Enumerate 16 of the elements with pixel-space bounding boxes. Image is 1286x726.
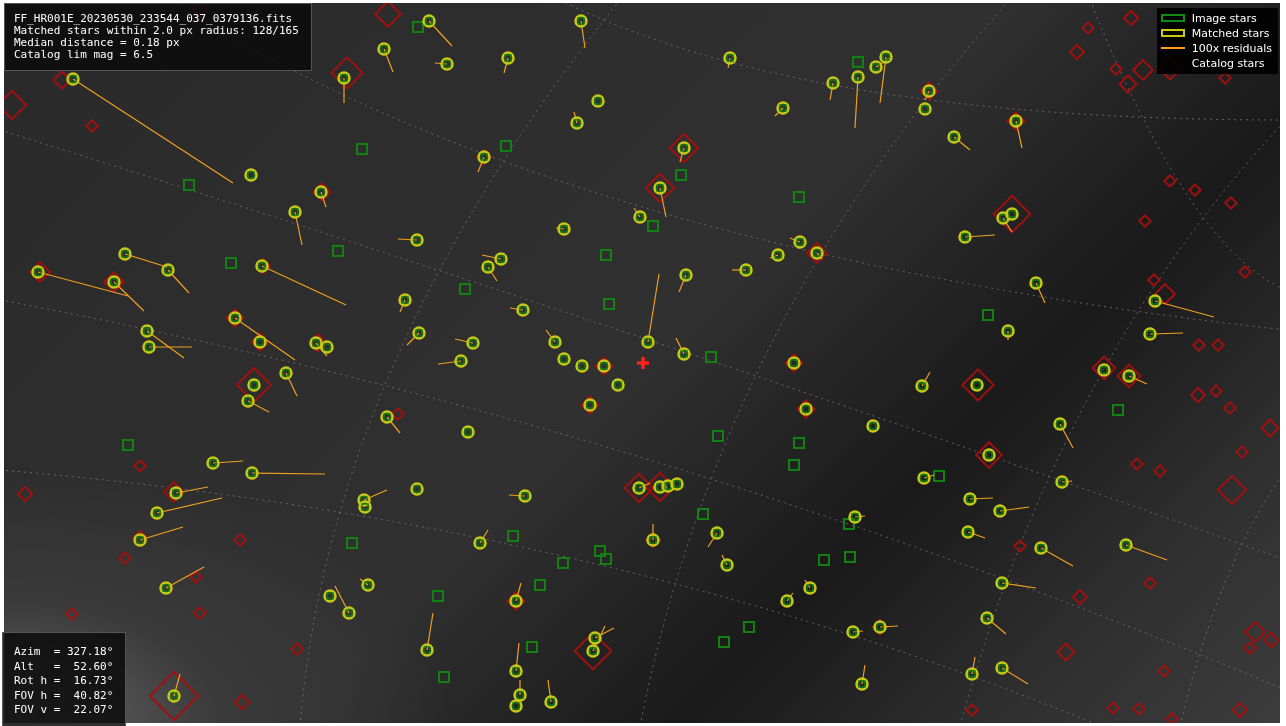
pointing-text: Alt = 52.60° [14,659,114,674]
pointing-text: Azim = 327.18° [14,645,114,660]
legend-label: Matched stars [1191,26,1270,40]
pointing-text: Rot h = 16.73° [14,674,114,689]
legend-swatch-icon [1160,14,1185,22]
legend-swatch-icon [1160,29,1185,37]
legend-label: 100x residuals [1191,41,1272,55]
info-text: Catalog lim mag = 6.5 [14,49,155,61]
legend-label: Image stars [1191,11,1257,25]
info-text: Median distance = 0.18 px [14,37,181,49]
legend-label: Catalog stars [1191,56,1265,70]
pointing-text: FOV h = 40.82° [14,688,114,703]
info-text: FF_HR001E_20230530_233544_037_0379136.fits [14,13,294,25]
info-text: Matched stars within 2.0 px radius: 128/165 [14,25,299,37]
pointing-text: FOV v = 22.07° [14,703,114,718]
legend-line-icon [1160,44,1185,52]
